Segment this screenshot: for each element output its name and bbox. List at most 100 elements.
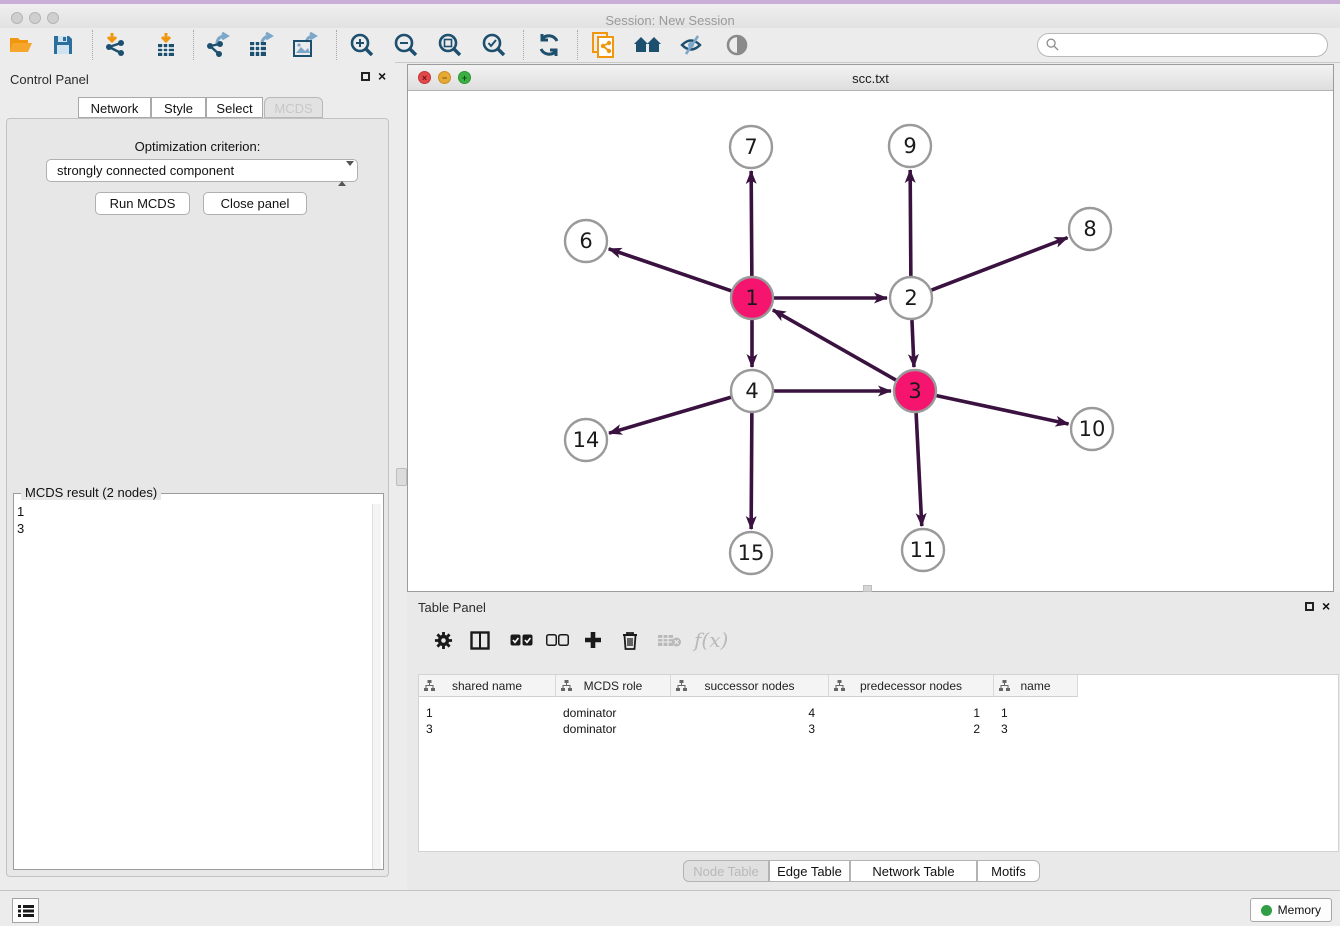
table-cell[interactable]: 1 — [829, 705, 994, 721]
search-field[interactable] — [1037, 33, 1328, 57]
app-title: Session: New Session — [0, 13, 1340, 28]
import-table-icon[interactable] — [151, 31, 181, 59]
graph-edge-4-14[interactable] — [609, 397, 731, 433]
memory-button[interactable]: Memory — [1250, 898, 1332, 922]
search-icon — [1046, 38, 1059, 51]
refresh-icon[interactable] — [534, 31, 564, 59]
mcds-result-box — [13, 493, 384, 870]
graph-edge-2-9[interactable] — [910, 170, 911, 276]
tab-select[interactable]: Select — [206, 97, 263, 118]
graph-node-label-9: 9 — [903, 134, 916, 158]
table-cell[interactable]: 1 — [994, 705, 1078, 721]
network-window-titlebar[interactable]: × − + scc.txt — [408, 65, 1333, 91]
select-all-icon[interactable] — [510, 626, 533, 654]
node-table[interactable]: shared nameMCDS rolesuccessor nodesprede… — [418, 674, 1339, 852]
zoom-in-icon[interactable] — [347, 31, 377, 59]
table-cell[interactable]: 3 — [419, 721, 556, 737]
tab-network-table[interactable]: Network Table — [850, 860, 977, 882]
graph-edge-2-3[interactable] — [912, 320, 914, 367]
graph-node-label-4: 4 — [745, 379, 758, 403]
zoom-selected-icon[interactable] — [479, 31, 509, 59]
zoom-fit-icon[interactable] — [435, 31, 465, 59]
graph-node-label-11: 11 — [910, 538, 937, 562]
tab-motifs[interactable]: Motifs — [977, 860, 1040, 882]
memory-label: Memory — [1278, 903, 1321, 917]
column-header-MCDS-role[interactable]: MCDS role — [556, 675, 671, 697]
control-panel-title: Control Panel — [10, 72, 89, 87]
deselect-all-icon[interactable] — [546, 626, 569, 654]
tab-edge-table[interactable]: Edge Table — [769, 860, 850, 882]
run-mcds-button[interactable]: Run MCDS — [95, 192, 190, 215]
table-panel-title: Table Panel — [418, 600, 486, 615]
split-divider-handle[interactable] — [396, 468, 407, 486]
show-panel-icon[interactable] — [722, 31, 752, 59]
table-cell[interactable]: dominator — [556, 705, 671, 721]
main-toolbar — [0, 28, 1340, 63]
table-panel: Table Panel × f(x) shared nameMCDS roles… — [407, 592, 1340, 890]
column-header-successor-nodes[interactable]: successor nodes — [671, 675, 829, 697]
table-cell[interactable]: 3 — [671, 721, 829, 737]
toolbar-separator — [92, 30, 93, 60]
result-scrollbar[interactable] — [372, 504, 381, 869]
table-cell[interactable]: dominator — [556, 721, 671, 737]
criterion-select[interactable]: strongly connected component — [46, 159, 358, 182]
search-input[interactable] — [1037, 33, 1328, 57]
function-builder-icon[interactable]: f(x) — [694, 626, 728, 654]
graph-edge-4-15[interactable] — [751, 413, 752, 529]
export-table-icon[interactable] — [246, 31, 276, 59]
settings-gear-icon[interactable] — [434, 626, 453, 654]
resize-handle[interactable] — [863, 585, 872, 592]
mcds-panel: Optimization criterion: strongly connect… — [6, 118, 389, 877]
graph-edge-3-11[interactable] — [916, 413, 922, 526]
graph-edge-3-10[interactable] — [937, 396, 1069, 424]
column-header-shared-name[interactable]: shared name — [419, 675, 556, 697]
tab-style[interactable]: Style — [151, 97, 206, 118]
delete-column-icon[interactable] — [622, 626, 638, 654]
graph-edge-1-6[interactable] — [609, 249, 731, 291]
import-network-icon[interactable] — [102, 31, 132, 59]
tab-network[interactable]: Network — [78, 97, 151, 118]
table-cell[interactable]: 1 — [419, 705, 556, 721]
graph-node-label-10: 10 — [1079, 417, 1106, 441]
table-tabs: Node Table Edge Table Network Table Moti… — [407, 860, 1340, 884]
network-window: × − + scc.txt 7968124314101511 — [407, 64, 1334, 592]
optimization-criterion-label: Optimization criterion: — [7, 139, 388, 154]
export-network-icon[interactable] — [203, 31, 233, 59]
table-toolbar: f(x) — [418, 622, 1333, 660]
tab-mcds[interactable]: MCDS — [264, 97, 323, 118]
tab-node-table[interactable]: Node Table — [683, 860, 769, 882]
graph-node-label-14: 14 — [573, 428, 600, 452]
graph-edge-3-1[interactable] — [773, 310, 896, 380]
mcds-result-text: 1 3 — [17, 503, 357, 537]
save-session-icon[interactable] — [48, 31, 78, 59]
column-layout-icon[interactable] — [470, 626, 490, 654]
table-cell[interactable]: 3 — [994, 721, 1078, 737]
float-panel-icon[interactable] — [361, 72, 370, 81]
close-panel-button[interactable]: Close panel — [203, 192, 307, 215]
float-table-panel-icon[interactable] — [1305, 602, 1314, 611]
graph-node-label-3: 3 — [908, 379, 921, 403]
export-image-icon[interactable] — [290, 31, 320, 59]
column-header-name[interactable]: name — [994, 675, 1078, 697]
list-icon — [18, 904, 34, 918]
network-canvas[interactable]: 7968124314101511 — [408, 91, 1333, 591]
table-cell[interactable]: 4 — [671, 705, 829, 721]
toolbar-separator — [193, 30, 194, 60]
column-header-predecessor-nodes[interactable]: predecessor nodes — [829, 675, 994, 697]
toolbar-separator — [577, 30, 578, 60]
network-from-file-icon[interactable] — [589, 31, 619, 59]
hide-panel-icon[interactable] — [677, 31, 707, 59]
close-table-panel-icon[interactable]: × — [1322, 601, 1330, 611]
close-panel-icon[interactable]: × — [378, 71, 386, 81]
graph-edge-1-7[interactable] — [751, 171, 752, 276]
home-layout-icon[interactable] — [633, 31, 663, 59]
add-column-icon[interactable] — [584, 626, 602, 654]
task-history-button[interactable] — [12, 898, 39, 923]
graph-edge-2-8[interactable] — [932, 238, 1068, 290]
table-cell[interactable]: 2 — [829, 721, 994, 737]
graph-node-label-15: 15 — [738, 541, 765, 565]
delete-table-icon[interactable] — [658, 626, 682, 654]
zoom-out-icon[interactable] — [391, 31, 421, 59]
open-session-icon[interactable] — [6, 31, 36, 59]
graph-node-label-2: 2 — [904, 286, 917, 310]
